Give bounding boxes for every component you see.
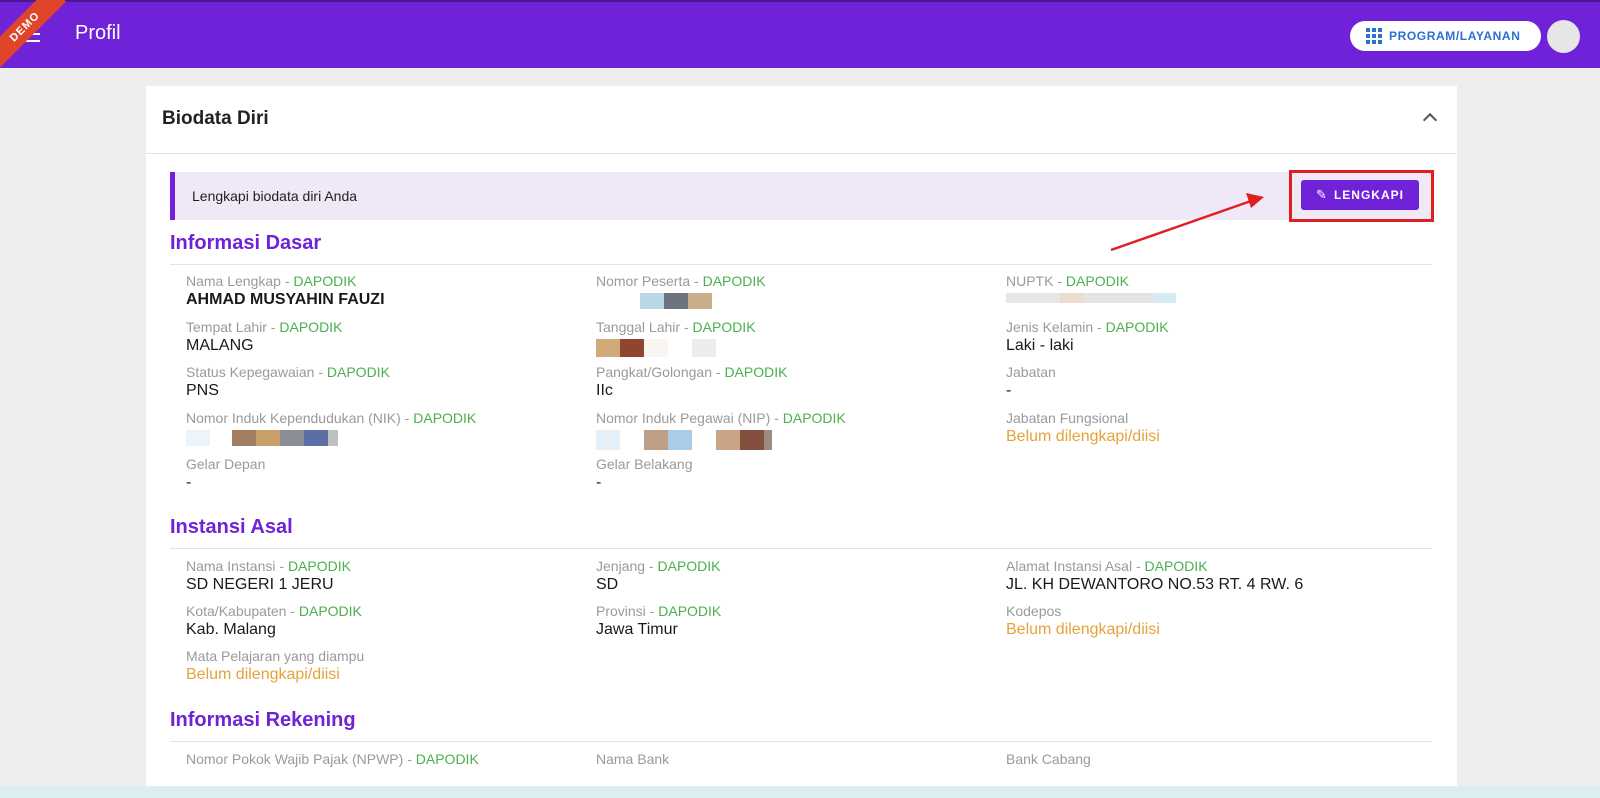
redacted-value	[596, 339, 976, 357]
field-kota-kabupaten: Kota/Kabupaten - DAPODIK Kab. Malang	[186, 603, 566, 639]
redacted-value	[596, 430, 976, 450]
field-bank-cabang: Bank Cabang	[1006, 751, 1091, 767]
jabatan-value: -	[1006, 382, 1012, 399]
field-status-kepegawaian: Status Kepegawaian - DAPODIK PNS	[186, 364, 566, 400]
provinsi-value: Jawa Timur	[596, 621, 678, 638]
field-jenjang: Jenjang - DAPODIK SD	[596, 558, 976, 594]
card-title: Biodata Diri	[162, 108, 269, 129]
section-divider	[170, 741, 1432, 742]
avatar[interactable]	[1547, 20, 1580, 53]
field-jabatan: Jabatan -	[1006, 364, 1386, 400]
pencil-icon: ✎	[1316, 187, 1328, 202]
field-mata-pelajaran: Mata Pelajaran yang diampu Belum dilengk…	[186, 648, 566, 684]
field-tempat-lahir: Tempat Lahir - DAPODIK MALANG	[186, 319, 566, 355]
field-nomor-peserta: Nomor Peserta - DAPODIK	[596, 273, 976, 309]
field-tanggal-lahir: Tanggal Lahir - DAPODIK	[596, 319, 976, 357]
field-nama-lengkap: Nama Lengkap - DAPODIK AHMAD MUSYAHIN FA…	[186, 273, 566, 309]
redacted-value	[1006, 293, 1386, 303]
section-divider	[170, 548, 1432, 549]
field-gelar-depan: Gelar Depan -	[186, 456, 566, 492]
field-nama-bank: Nama Bank	[596, 751, 670, 767]
nama-instansi-value: SD NEGERI 1 JERU	[186, 576, 334, 593]
field-jabatan-fungsional: Jabatan Fungsional Belum dilengkapi/diis…	[1006, 410, 1386, 446]
lengkapi-button[interactable]: ✎ LENGKAPI	[1301, 180, 1419, 210]
card-header[interactable]: Biodata Diri	[146, 86, 1457, 154]
chevron-up-icon[interactable]	[1422, 112, 1438, 128]
field-nik: Nomor Induk Kependudukan (NIK) - DAPODIK	[186, 410, 566, 446]
section-divider	[170, 264, 1432, 265]
highlight-box: ✎ LENGKAPI	[1289, 170, 1434, 222]
field-nama-instansi: Nama Instansi - DAPODIK SD NEGERI 1 JERU	[186, 558, 566, 594]
alert-text: Lengkapi biodata diri Anda	[192, 188, 358, 204]
field-kodepos: Kodepos Belum dilengkapi/diisi	[1006, 603, 1386, 639]
mata-pelajaran-value: Belum dilengkapi/diisi	[186, 666, 340, 683]
field-npwp: Nomor Pokok Wajib Pajak (NPWP) - DAPODIK	[186, 751, 479, 767]
biodata-card: Biodata Diri Lengkapi biodata diri Anda …	[146, 86, 1457, 798]
field-gelar-belakang: Gelar Belakang -	[596, 456, 976, 492]
status-kepegawaian-value: PNS	[186, 382, 219, 399]
jenjang-value: SD	[596, 576, 619, 593]
demo-ribbon: DEMO	[0, 0, 67, 69]
field-pangkat-golongan: Pangkat/Golongan - DAPODIK IIc	[596, 364, 976, 400]
bottom-strip	[0, 786, 1600, 798]
jabatan-fungsional-value: Belum dilengkapi/diisi	[1006, 428, 1160, 445]
gelar-belakang-value: -	[596, 474, 602, 491]
jenis-kelamin-value: Laki - laki	[1006, 337, 1074, 354]
page-title: Profil	[75, 22, 121, 44]
kota-kabupaten-value: Kab. Malang	[186, 621, 276, 638]
field-nip: Nomor Induk Pegawai (NIP) - DAPODIK	[596, 410, 976, 450]
gelar-depan-value: -	[186, 474, 192, 491]
top-app-bar: DEMO Profil PROGRAM/LAYANAN	[0, 0, 1600, 69]
section-title-informasi-dasar: Informasi Dasar	[170, 232, 322, 254]
alert-banner: Lengkapi biodata diri Anda	[170, 172, 1432, 220]
alamat-instansi-value: JL. KH DEWANTORO NO.53 RT. 4 RW. 6	[1006, 576, 1304, 593]
section-title-instansi-asal: Instansi Asal	[170, 516, 293, 538]
nama-lengkap-value: AHMAD MUSYAHIN FAUZI	[186, 291, 385, 308]
program-layanan-button[interactable]: PROGRAM/LAYANAN	[1350, 21, 1541, 51]
redacted-value	[640, 293, 976, 309]
section-title-informasi-rekening: Informasi Rekening	[170, 709, 356, 731]
field-alamat-instansi: Alamat Instansi Asal - DAPODIK JL. KH DE…	[1006, 558, 1426, 594]
tempat-lahir-value: MALANG	[186, 337, 254, 354]
pangkat-golongan-value: IIc	[596, 382, 613, 399]
redacted-value	[186, 430, 566, 446]
lengkapi-label: LENGKAPI	[1333, 188, 1404, 202]
field-jenis-kelamin: Jenis Kelamin - DAPODIK Laki - laki	[1006, 319, 1386, 355]
grid-icon	[1366, 28, 1382, 44]
field-nuptk: NUPTK - DAPODIK	[1006, 273, 1386, 303]
field-provinsi: Provinsi - DAPODIK Jawa Timur	[596, 603, 976, 639]
kodepos-value: Belum dilengkapi/diisi	[1006, 621, 1160, 638]
program-layanan-label: PROGRAM/LAYANAN	[1389, 29, 1521, 43]
